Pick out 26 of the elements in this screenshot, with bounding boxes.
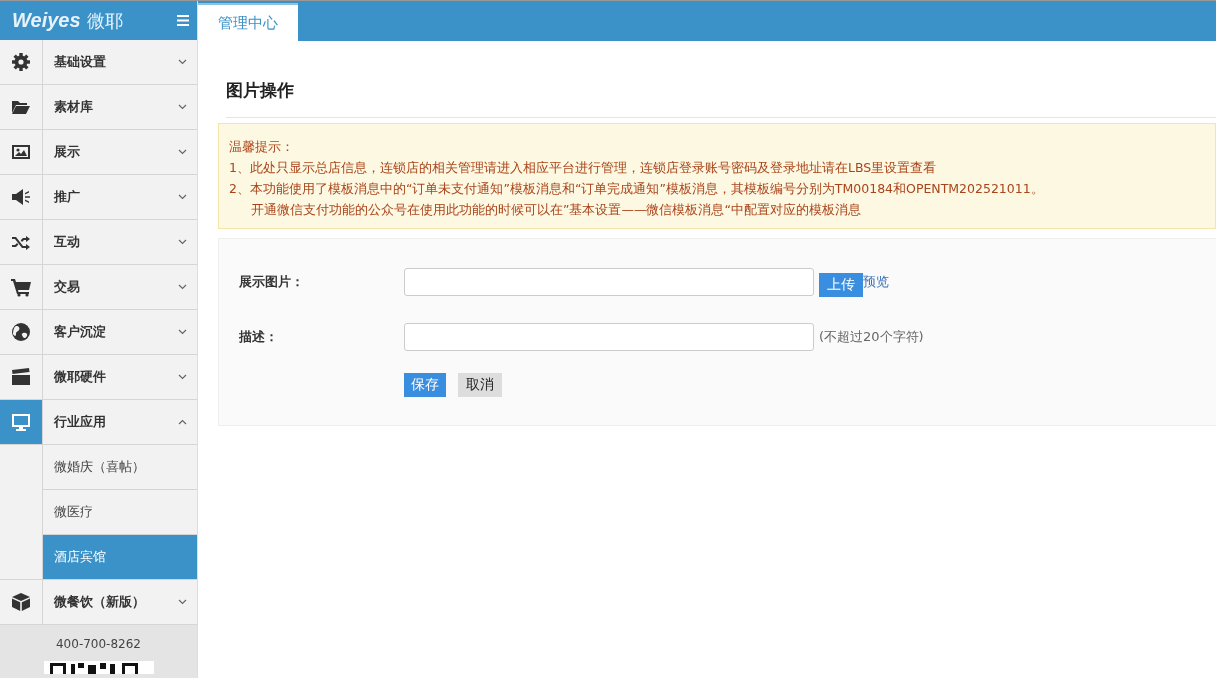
- cancel-button[interactable]: 取消: [458, 373, 502, 397]
- menu-icon[interactable]: [177, 15, 189, 26]
- globe-icon: [11, 322, 31, 342]
- notice-line: 1、此处只显示总店信息，连锁店的相关管理请进入相应平台进行管理，连锁店登录账号密码及登录地址请在LBS里设置查看: [229, 159, 938, 177]
- field-hint: (不超过20个字符): [819, 328, 924, 346]
- image-icon: [11, 142, 31, 162]
- notice-title: 温馨提示：: [229, 138, 295, 156]
- preview-link[interactable]: 预览: [863, 273, 889, 291]
- page-title: 图片操作: [226, 79, 1216, 118]
- brand-name: 微耶: [86, 8, 123, 33]
- monitor-icon: [11, 412, 31, 432]
- field-label: 描述：: [239, 328, 279, 346]
- clapperboard-icon: [11, 367, 31, 387]
- megaphone-icon: [11, 187, 31, 207]
- qr-code-icon: [43, 661, 154, 674]
- tab[interactable]: 管理中心: [198, 3, 298, 41]
- brand-logo: Weiyes: [12, 8, 81, 32]
- input-field[interactable]: [404, 323, 814, 351]
- cube-icon: [11, 592, 31, 612]
- cart-icon: [11, 277, 31, 297]
- field-label: 展示图片：: [239, 273, 305, 291]
- notice-line: 开通微信支付功能的公众号在使用此功能的时候可以在”基本设置——微信模板消息“中配置对应的模板消息: [250, 201, 862, 219]
- phone-number: 400-700-8262: [56, 637, 141, 651]
- gear-icon: [11, 52, 31, 72]
- notice-line: 2、本功能使用了模板消息中的“订单未支付通知”模板消息和“订单完成通知”模板消息，其模板编号分别为TM00184和OPENTM202521011。: [229, 180, 1045, 198]
- input-field[interactable]: [404, 268, 814, 296]
